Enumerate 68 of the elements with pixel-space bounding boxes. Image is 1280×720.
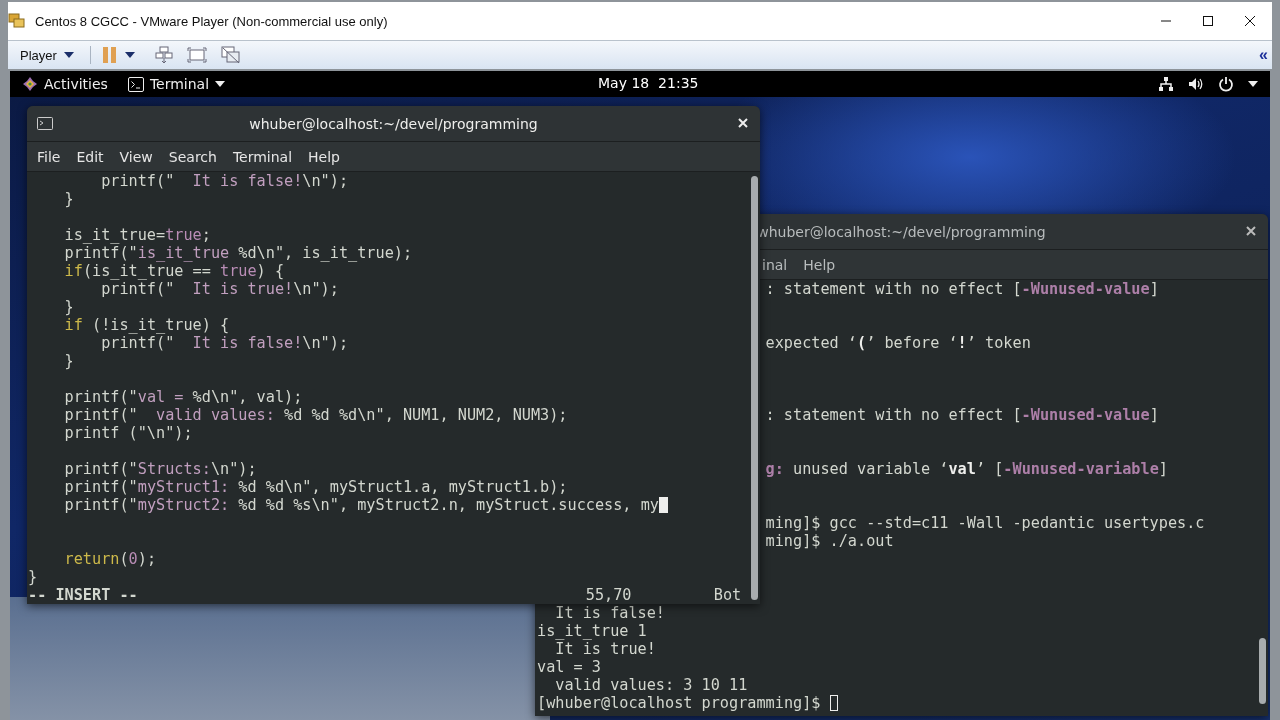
code-line: } <box>28 568 38 586</box>
code-line: printf("val = %d\n", val); <box>63 388 303 406</box>
terminal-line: : statement with no effect [-Wunused-value] <box>765 406 1159 424</box>
code-line: printf("myStruct1: %d %d\n", myStruct1.a, myStruct1.b); <box>63 478 568 496</box>
flower-logo-icon <box>22 76 38 92</box>
terminal-line: ming]$ ./a.out <box>765 532 894 550</box>
code-line: printf(" It is false!\n"); <box>100 172 349 190</box>
code-line: printf("is_it_true %d\n", is_it_true); <box>63 244 413 262</box>
code-line: } <box>63 352 74 370</box>
terminal-line: It is false! <box>554 604 665 622</box>
code-line: } <box>63 190 74 208</box>
terminal-line: It is true! <box>554 640 656 658</box>
code-line: printf(" It is true!\n"); <box>100 280 339 298</box>
code-line: printf("Structs:\n"); <box>63 460 257 478</box>
window-title: Centos 8 CGCC - VMware Player (Non-commercial use only) <box>35 13 388 29</box>
menu-item[interactable]: View <box>119 148 153 165</box>
code-line: printf(" It is false!\n"); <box>100 334 349 352</box>
terminal-line: ming]$ gcc --std=c11 -Wall -pedantic usertypes.c <box>765 514 1205 532</box>
app-menu[interactable]: Terminal <box>127 76 226 92</box>
cursor-position: 55,70 <box>585 586 632 604</box>
caret-icon <box>124 52 135 58</box>
menu-item[interactable]: Terminal <box>232 148 293 165</box>
code-line: } <box>63 298 74 316</box>
terminal-icon <box>127 76 144 92</box>
unity-icon[interactable] <box>220 46 241 64</box>
volume-icon[interactable] <box>1188 76 1204 92</box>
code-line: printf("myStruct2: %d %d %s\n", myStruct2.n, myStruct.success, my <box>28 496 668 514</box>
app-logo-icon <box>8 13 26 29</box>
power-icon[interactable] <box>1218 76 1234 92</box>
fullscreen-icon[interactable] <box>186 47 207 63</box>
code-line: printf(" valid values: %d %d %d\n", NUM1, NUM2, NUM3); <box>63 406 568 424</box>
scrollbar-thumb[interactable] <box>751 176 758 600</box>
caret-icon <box>1248 81 1258 87</box>
terminal-line: g: unused variable ‘val’ [-Wunused-variable] <box>765 460 1168 478</box>
code-line: if (!is_it_true) { <box>63 316 230 334</box>
window-title: whuber@localhost:~/devel/programming <box>757 223 1046 240</box>
menu-item[interactable]: Help <box>308 148 340 165</box>
code-line: is_it_true=true; <box>63 226 211 244</box>
terminal-line: is_it_true 1 <box>537 622 647 640</box>
menu-item[interactable]: File <box>37 148 61 165</box>
code-line: printf ("\n"); <box>63 424 193 442</box>
menu-item[interactable]: Help <box>803 256 836 273</box>
menu-item[interactable]: Edit <box>76 148 104 165</box>
close-icon[interactable] <box>1246 226 1256 236</box>
close-icon[interactable] <box>1244 15 1256 27</box>
mode-indicator: -- INSERT -- <box>28 586 138 604</box>
terminal-line: expected ‘(’ before ‘!’ token <box>765 334 1031 352</box>
caret-icon <box>215 81 226 87</box>
menu-item[interactable]: inal <box>762 256 788 273</box>
window-title: whuber@localhost:~/devel/programming <box>249 115 538 132</box>
clock[interactable]: May 18 21:35 <box>598 75 699 91</box>
scroll-position: Bot <box>713 586 742 604</box>
code-line: return(0); <box>63 550 157 568</box>
terminal-line: : statement with no effect [-Wunused-value] <box>765 280 1159 298</box>
player-menu[interactable]: Player <box>20 47 78 63</box>
scrollbar-thumb[interactable] <box>1259 638 1266 704</box>
collapse-button[interactable]: « <box>1259 46 1268 64</box>
maximize-icon[interactable] <box>1202 15 1214 27</box>
code-line: if(is_it_true == true) { <box>63 262 285 280</box>
network-icon[interactable] <box>1158 76 1174 92</box>
terminal-line: [whuber@localhost programming]$ <box>537 694 839 712</box>
activities-button[interactable]: Activities <box>22 76 108 92</box>
keyboard-send-icon[interactable] <box>154 46 173 64</box>
terminal-line: valid values: 3 10 11 <box>554 676 748 694</box>
terminal-icon <box>37 117 53 130</box>
menu-item[interactable]: Search <box>168 148 217 165</box>
terminal-line: val = 3 <box>537 658 601 676</box>
caret-icon <box>63 52 74 58</box>
